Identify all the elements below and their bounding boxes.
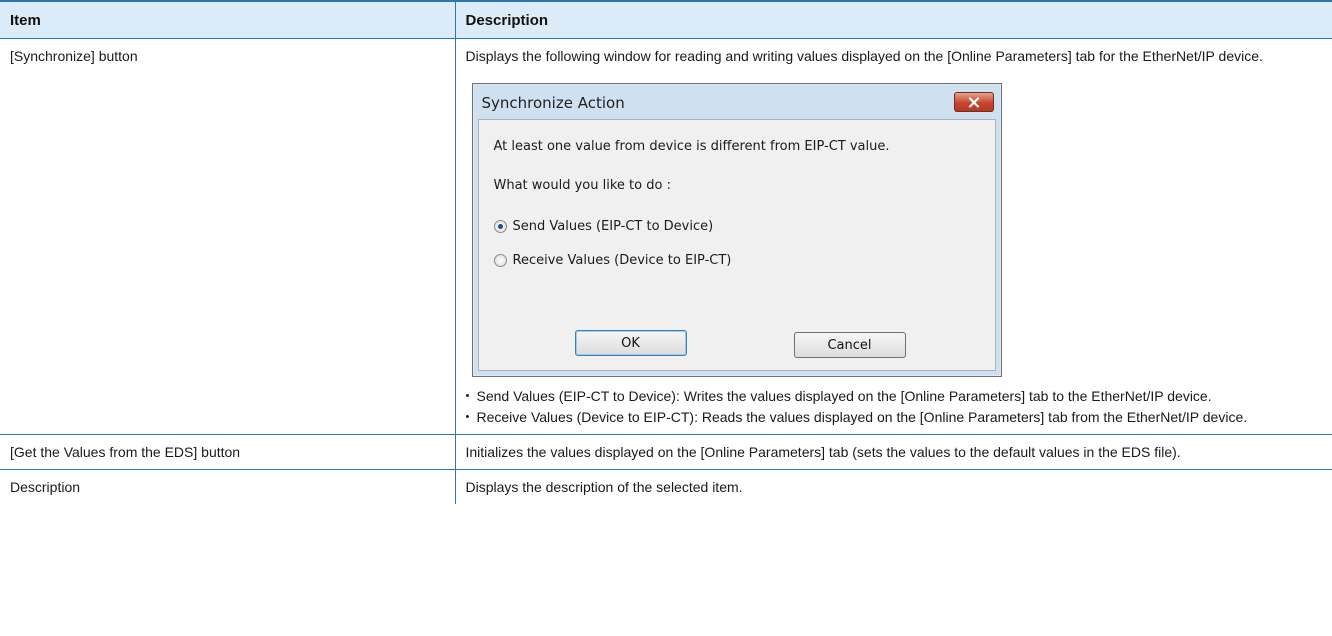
column-header-description: Description: [454, 0, 1332, 39]
close-icon[interactable]: [953, 92, 994, 112]
dialog-titlebar: Synchronize Action: [478, 89, 996, 119]
item-cell: [Synchronize] button: [0, 38, 455, 435]
send-values-label: Send Values (EIP-CT to Device): [512, 219, 714, 234]
item-cell: [Get the Values from the EDS] button: [0, 434, 455, 470]
list-item: Send Values (EIP-CT to Device): Writes t…: [466, 386, 1323, 407]
dialog-body: At least one value from device is differ…: [477, 119, 996, 371]
table-row: Description Displays the description of …: [0, 469, 1332, 504]
table-row: [Get the Values from the EDS] button Ini…: [0, 434, 1332, 470]
dialog-title: Synchronize Action: [481, 94, 625, 112]
cancel-button[interactable]: Cancel: [793, 332, 906, 358]
table-row: [Synchronize] button Displays the follow…: [0, 38, 1332, 435]
list-item: Receive Values (Device to EIP-CT): Reads…: [466, 407, 1323, 428]
description-cell: Initializes the values displayed on the …: [454, 434, 1332, 470]
radio-selected-icon[interactable]: [493, 220, 507, 233]
option-notes: Send Values (EIP-CT to Device): Writes t…: [466, 386, 1323, 428]
send-values-option[interactable]: Send Values (EIP-CT to Device): [493, 216, 714, 237]
ok-button[interactable]: OK: [574, 330, 687, 356]
column-header-item: Item: [0, 0, 455, 39]
synchronize-dialog: Synchronize Action At least one value fr…: [471, 83, 1002, 377]
table-header-row: Item Description: [0, 0, 1332, 39]
dialog-prompt: What would you like to do :: [493, 178, 671, 193]
description-table: Item Description [Synchronize] button Di…: [0, 0, 1332, 504]
receive-values-label: Receive Values (Device to EIP-CT): [512, 253, 732, 268]
description-cell: Displays the description of the selected…: [454, 469, 1332, 504]
description-cell: Displays the following window for readin…: [454, 38, 1332, 435]
receive-values-option[interactable]: Receive Values (Device to EIP-CT): [493, 250, 732, 271]
description-text: Displays the following window for readin…: [465, 48, 1263, 64]
dialog-message: At least one value from device is differ…: [493, 139, 890, 154]
radio-unselected-icon[interactable]: [493, 254, 507, 267]
item-cell: Description: [10, 479, 81, 495]
